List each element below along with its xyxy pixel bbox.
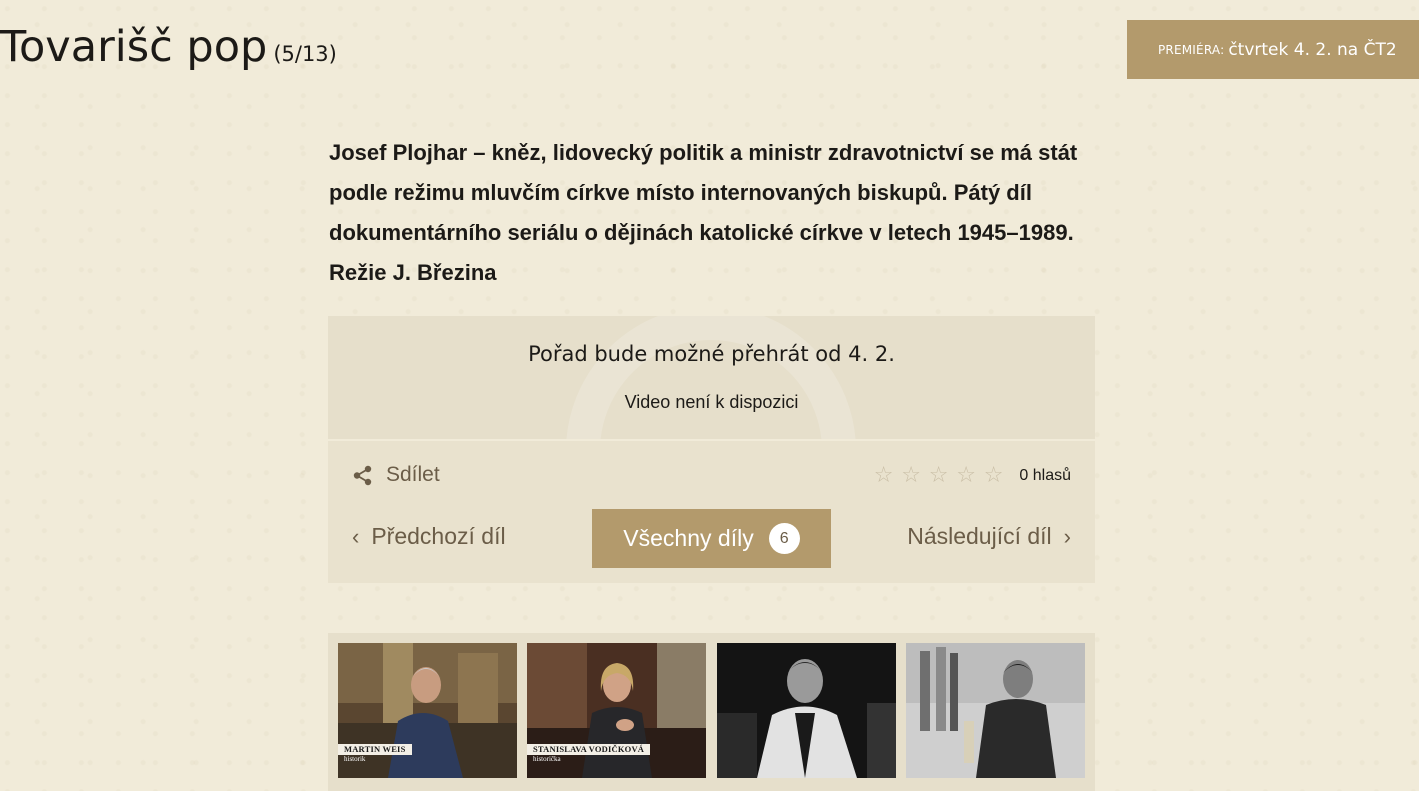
player-watermark-logo [566,316,856,439]
caption-lower-third: MARTIN WEIS historik [338,744,420,764]
next-episode-label: Následující díl [907,523,1052,549]
chevron-left-icon: ‹ [352,523,360,549]
star-outline-icon[interactable]: ☆ [925,465,953,487]
availability-message: Pořad bude možné přehrát od 4. 2. [528,342,895,366]
previous-episode-link[interactable]: ‹ Předchozí díl [352,523,506,550]
star-outline-icon[interactable]: ☆ [870,465,898,487]
gallery-photo-2[interactable]: STANISLAVA VODIČKOVÁ historička [527,643,706,778]
chevron-right-icon: › [1063,523,1071,549]
votes-count: 0 hlasů [1019,467,1071,484]
next-episode-link[interactable]: Následující díl › [907,523,1071,550]
archive-photo-image [717,643,896,778]
gallery-photo-3[interactable] [717,643,896,778]
previous-episode-label: Předchozí díl [371,523,506,549]
star-outline-icon[interactable]: ☆ [952,465,980,487]
gallery-photo-4[interactable] [906,643,1085,778]
share-button[interactable]: Sdílet [352,463,440,487]
episodes-count-badge: 6 [768,523,800,554]
photo-gallery: MARTIN WEIS historik STANISLAVA VODIČKOV… [328,633,1095,791]
archive-photo-image [906,643,1085,778]
caption-role: historička [533,755,561,763]
premiere-label: PREMIÉRA: [1158,42,1225,57]
episode-actions-bar: Sdílet ☆ ☆ ☆ ☆ ☆ 0 hlasů ‹ Předchozí díl Vše… [328,441,1095,583]
episode-count: (5/13) [273,42,337,66]
caption-lower-third: STANISLAVA VODIČKOVÁ historička [527,744,658,764]
title-text: Tovarišč pop [0,22,268,72]
episode-description: Josef Plojhar – kněz, lidovecký politik … [329,140,1078,285]
page-title: Tovarišč pop (5/13) [0,22,337,72]
video-player[interactable]: Pořad bude možné přehrát od 4. 2. Video … [328,316,1095,439]
all-episodes-button[interactable]: Všechny díly 6 [592,509,831,568]
caption-name: MARTIN WEIS [338,744,412,755]
rating-widget: ☆ ☆ ☆ ☆ ☆ 0 hlasů [870,465,1071,487]
share-label: Sdílet [386,463,440,486]
star-outline-icon[interactable]: ☆ [897,465,925,487]
gallery-photo-1[interactable]: MARTIN WEIS historik [338,643,517,778]
caption-role: historik [344,755,366,763]
video-unavailable-text: Video není k dispozici [624,392,799,412]
rating-stars[interactable]: ☆ ☆ ☆ ☆ ☆ [870,465,1008,487]
share-icon [353,465,372,485]
premiere-badge: PREMIÉRA: čtvrtek 4. 2. na ČT2 [1127,20,1419,79]
star-outline-icon[interactable]: ☆ [980,465,1008,487]
all-episodes-label: Všechny díly [623,525,754,551]
premiere-value: čtvrtek 4. 2. na ČT2 [1228,39,1397,60]
caption-name: STANISLAVA VODIČKOVÁ [527,744,651,755]
